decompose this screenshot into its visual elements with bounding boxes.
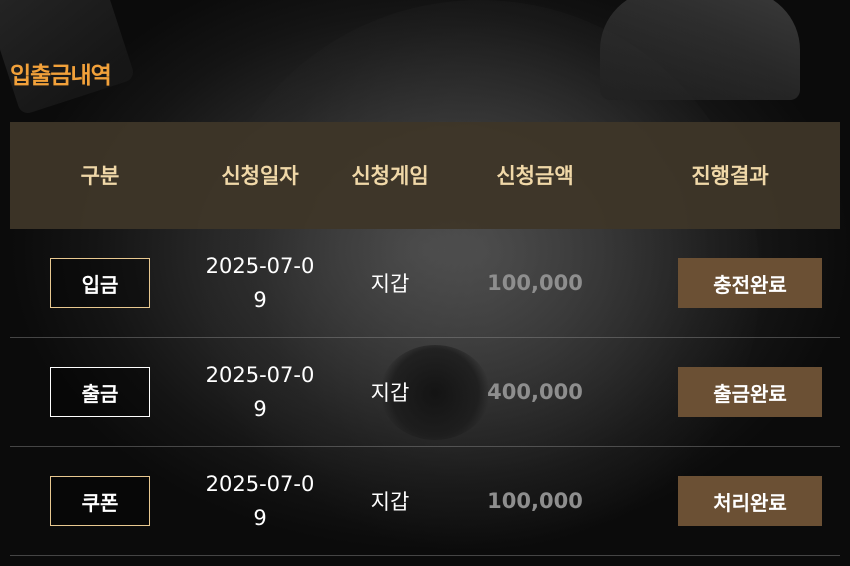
- table-header: 구분 신청일자 신청게임 신청금액 진행결과: [10, 122, 840, 229]
- header-amount: 신청금액: [496, 163, 574, 188]
- type-badge: 쿠폰: [50, 476, 150, 526]
- header-game: 신청게임: [351, 163, 429, 188]
- type-badge: 입금: [50, 258, 150, 308]
- date-cell: 2025-07-09: [190, 467, 330, 535]
- game-cell: 지갑: [330, 268, 450, 298]
- type-cell: 쿠폰: [10, 476, 190, 526]
- request-date: 2025-07-09: [205, 363, 315, 421]
- header-type: 구분: [80, 163, 120, 188]
- request-game: 지갑: [370, 490, 410, 514]
- header-date: 신청일자: [221, 163, 299, 188]
- amount-cell: 100,000: [450, 271, 620, 295]
- status-cell: 충전완료: [620, 258, 840, 308]
- background-cat-ear-right: [600, 0, 800, 100]
- page: 입출금내역 구분 신청일자 신청게임 신청금액 진행결과 입금 2025-07-…: [0, 0, 850, 566]
- status-cell: 출금완료: [620, 367, 840, 417]
- status-badge: 처리완료: [678, 476, 822, 526]
- game-cell: 지갑: [330, 377, 450, 407]
- status-badge: 출금완료: [678, 367, 822, 417]
- table-row: 입금 2025-07-09 지갑 100,000 충전완료: [10, 229, 840, 338]
- request-date: 2025-07-09: [205, 472, 315, 530]
- request-game: 지갑: [370, 272, 410, 296]
- type-cell: 입금: [10, 258, 190, 308]
- header-status: 진행결과: [691, 163, 769, 188]
- request-amount: 100,000: [487, 489, 583, 513]
- type-cell: 출금: [10, 367, 190, 417]
- request-amount: 400,000: [487, 380, 583, 404]
- status-badge: 충전완료: [678, 258, 822, 308]
- type-badge: 출금: [50, 367, 150, 417]
- table-row: 출금 2025-07-09 지갑 400,000 출금완료: [10, 338, 840, 447]
- date-cell: 2025-07-09: [190, 249, 330, 317]
- request-game: 지갑: [370, 381, 410, 405]
- amount-cell: 100,000: [450, 489, 620, 513]
- request-date: 2025-07-09: [205, 254, 315, 312]
- date-cell: 2025-07-09: [190, 358, 330, 426]
- table-row: 쿠폰 2025-07-09 지갑 100,000 처리완료: [10, 447, 840, 556]
- page-title: 입출금내역: [10, 63, 112, 89]
- game-cell: 지갑: [330, 486, 450, 516]
- amount-cell: 400,000: [450, 380, 620, 404]
- transaction-table: 구분 신청일자 신청게임 신청금액 진행결과 입금 2025-07-09 지갑 …: [10, 122, 840, 556]
- status-cell: 처리완료: [620, 476, 840, 526]
- request-amount: 100,000: [487, 271, 583, 295]
